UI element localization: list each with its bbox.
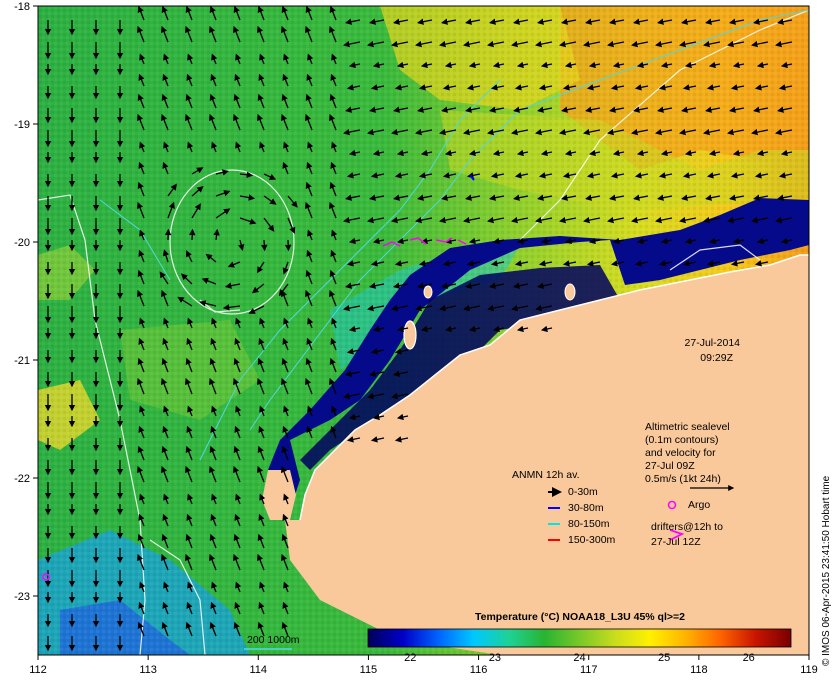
credit-stamp: © IMOS 06-Apr-2015 23:41:50 Hobart time [821,475,832,666]
svg-text:27-Jul 09Z: 27-Jul 09Z [645,460,695,472]
colorbar-title: Temperature (°C) NOAA18_L3U 45% ql>=2 [475,611,685,623]
x-tick-label: 117 [580,664,598,676]
y-tick-label: -22 [14,473,30,485]
colorbar-tick-label: 26 [743,652,755,664]
colorbar-tick-label: 24 [573,652,585,664]
x-tick-label: 112 [29,664,47,676]
svg-text:(0.1m contours): (0.1m contours) [645,434,719,446]
svg-text:150-300m: 150-300m [568,534,616,546]
svg-text:0.5m/s (1kt 24h): 0.5m/s (1kt 24h) [645,473,721,485]
map-plot-area [38,6,809,655]
y-tick-label: -23 [14,591,30,603]
svg-text:and velocity for: and velocity for [645,447,716,459]
x-tick-label: 118 [690,664,708,676]
y-axis: -18 -19 -20 -21 -22 -23 [14,1,38,603]
timestamp-time: 09:29Z [700,352,733,364]
svg-text:30-80m: 30-80m [568,502,604,514]
svg-text:Altimetric sealevel: Altimetric sealevel [645,421,730,433]
velocity-arrow [261,239,268,252]
y-tick-label: -19 [14,119,30,131]
x-tick-label: 114 [250,664,268,676]
y-tick-label: -21 [14,355,30,367]
sst-map-figure: 112 113 114 115 116 117 118 119 -18 -19 -20 -21 -22… [14,1,832,676]
velocity-arrow [188,228,196,241]
svg-text:80-150m: 80-150m [568,518,610,530]
timestamp-date: 27-Jul-2014 [685,337,741,349]
y-tick-label: -18 [14,1,30,13]
colorbar-tick-label: 22 [404,652,416,664]
svg-text:27-Jul 12Z: 27-Jul 12Z [651,536,701,548]
x-tick-label: 116 [470,664,488,676]
dampier-islands [564,283,576,301]
x-axis: 112 113 114 115 116 117 118 119 [29,655,818,676]
colorbar-tick-label: 23 [489,652,501,664]
exmouth-peninsula [262,470,296,520]
colorbar-tick-label: 25 [658,652,670,664]
x-tick-label: 113 [139,664,157,676]
montebello-islands [423,285,433,299]
svg-text:200 1000m: 200 1000m [247,634,300,646]
svg-text:drifters@12h to: drifters@12h to [651,521,723,533]
y-tick-label: -20 [14,237,30,249]
colorbar-gradient [367,628,792,648]
svg-text:0-30m: 0-30m [568,486,598,498]
svg-text:ANMN 12h av.: ANMN 12h av. [512,469,580,481]
x-tick-label: 115 [360,664,378,676]
svg-text:Argo: Argo [688,499,710,511]
x-tick-label: 119 [800,664,818,676]
barrow-island [403,320,417,350]
